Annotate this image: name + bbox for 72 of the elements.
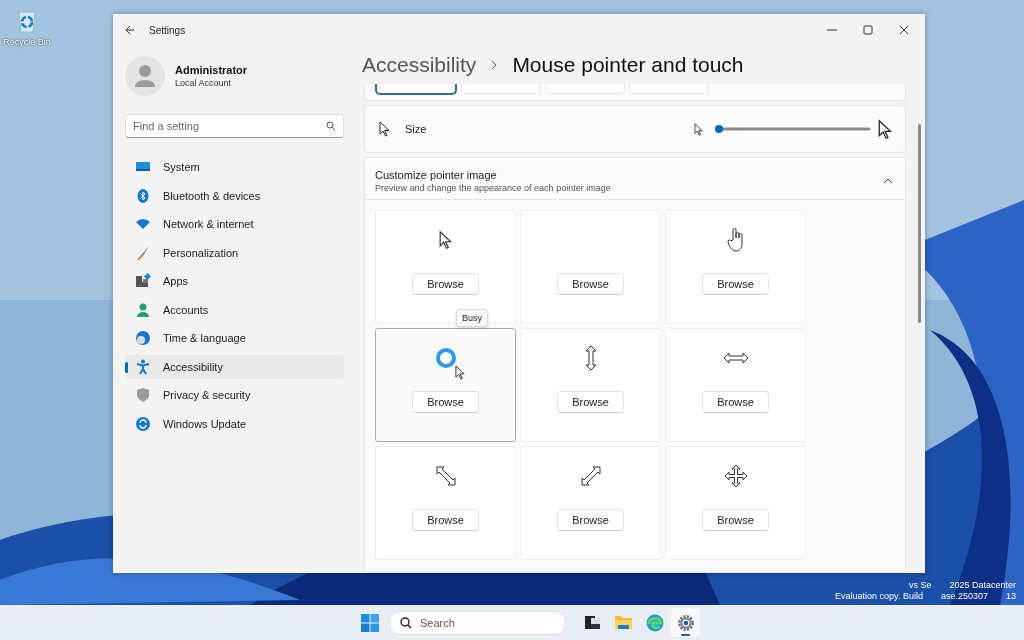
apps-icon: [135, 273, 151, 289]
vertical-resize-icon: [584, 345, 597, 371]
back-icon[interactable]: [125, 25, 135, 35]
mouse-pointer-icon: [455, 365, 466, 380]
build-text: 13: [1006, 591, 1016, 602]
setting-label: Size: [405, 123, 427, 135]
account-type: Local Account: [175, 78, 233, 88]
style-option[interactable]: [375, 84, 457, 95]
person-icon: [135, 301, 151, 318]
sidebar-item[interactable]: Windows Update: [125, 411, 344, 436]
breadcrumb-link[interactable]: Accessibility: [362, 53, 477, 77]
gear-icon: [675, 612, 696, 633]
chevron-icon[interactable]: [883, 178, 893, 184]
sidebar-item[interactable]: Accessibility: [125, 354, 344, 379]
small-pointer-icon: [694, 122, 704, 136]
sidebar-item[interactable]: Privacy & security: [125, 383, 344, 407]
start-icon[interactable]: [361, 613, 379, 632]
shield-icon: [135, 387, 151, 403]
user-name: Administrator: [175, 64, 248, 76]
globe-icon: [135, 330, 151, 346]
scrollbar[interactable]: [918, 124, 921, 323]
horizontal-resize-icon: [722, 352, 749, 364]
search-icon: [326, 121, 336, 131]
browse-button[interactable]: Browse: [412, 391, 479, 413]
browse-button[interactable]: Browse: [557, 391, 624, 413]
window-title: Settings: [149, 24, 186, 36]
browse-button[interactable]: Browse: [702, 391, 769, 413]
expander-title: Customize pointer image: [375, 169, 498, 181]
sidebar-item[interactable]: Personalization: [125, 240, 344, 265]
pointer-icon: [438, 230, 453, 250]
sync-icon: [135, 415, 151, 432]
browse-button[interactable]: Browse: [557, 509, 624, 531]
hand-icon: [725, 227, 746, 253]
taskbar-search-field[interactable]: Search: [420, 616, 520, 629]
sidebar-item[interactable]: Apps: [125, 269, 344, 293]
browse-button[interactable]: Browse: [702, 273, 769, 295]
browse-button[interactable]: Browse: [702, 509, 769, 531]
sidebar-item[interactable]: Accounts: [125, 297, 344, 322]
busy-ring-icon: [434, 347, 457, 369]
page-title: Mouse pointer and touch: [512, 53, 744, 77]
selection-indicator: [125, 361, 128, 373]
sidebar-item[interactable]: Network & internet: [125, 212, 344, 236]
sidebar-item[interactable]: System: [125, 155, 344, 179]
taskbar-app[interactable]: [671, 608, 700, 637]
browse-button[interactable]: Browse: [412, 273, 479, 295]
build-text: 2025 Datacenter: [949, 580, 1016, 591]
active-indicator: [681, 634, 690, 636]
pointer-icon: [379, 121, 391, 137]
diagonal-resize-icon: [580, 466, 601, 486]
browser-icon: [644, 612, 665, 633]
bluetooth-icon: [135, 187, 151, 204]
move-icon: [723, 464, 748, 488]
avatar-icon: [125, 56, 165, 96]
sidebar-item[interactable]: Bluetooth & devices: [125, 183, 344, 208]
build-text: ase.250307: [940, 591, 988, 602]
expander-description: Preview and change the appearance of each pointer image: [375, 183, 611, 193]
accessibility-icon: [135, 358, 151, 375]
search-box[interactable]: Find a setting: [125, 114, 344, 138]
large-pointer-icon: [878, 118, 893, 140]
find-setting-field[interactable]: Find a setting: [133, 120, 326, 132]
sidebar-item[interactable]: Time & language: [125, 326, 344, 350]
browse-button[interactable]: Browse: [412, 509, 479, 531]
build-text: vs Se: [908, 580, 932, 591]
desktop-icon-label: Recycle Bin: [3, 37, 51, 47]
build-text: Evaluation copy. Build: [835, 591, 923, 602]
search-icon: [400, 616, 412, 629]
tooltip: Busy: [456, 309, 488, 327]
diagonal-resize-icon: [435, 466, 456, 486]
chevron-icon: [490, 60, 499, 70]
wifi-icon: [135, 216, 151, 232]
taskbar-search-box[interactable]: Search: [389, 610, 566, 635]
browse-button[interactable]: Browse: [557, 273, 624, 295]
